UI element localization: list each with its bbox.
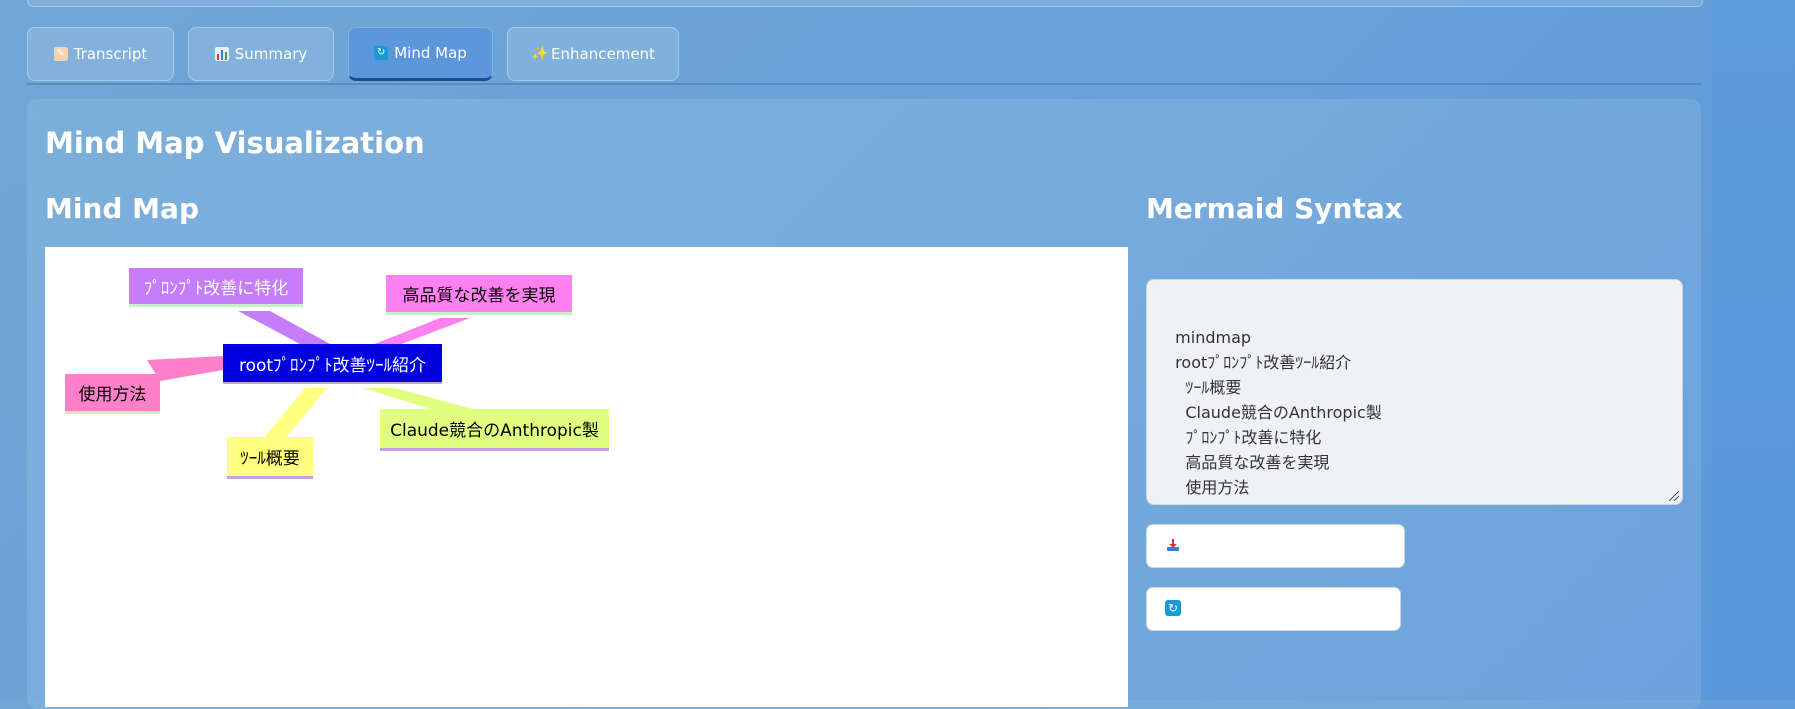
tab-bar: ✎ Transcript Summary ↻ Mind Map ✨ Enhanc…	[27, 27, 1701, 85]
memo-icon: ✎	[53, 47, 68, 61]
top-input-bar	[27, 0, 1703, 7]
download-button[interactable]	[1146, 524, 1405, 568]
tab-transcript[interactable]: ✎ Transcript	[27, 27, 174, 81]
tab-label: Summary	[234, 45, 308, 63]
tab-label: Mind Map	[394, 44, 467, 62]
link-bottom-left	[263, 388, 327, 439]
mind-map-node[interactable]: ﾌﾟﾛﾝﾌﾟﾄ改善に特化	[129, 268, 303, 307]
tab-label: Enhancement	[551, 45, 655, 63]
mind-map-node[interactable]: ﾂｰﾙ概要	[227, 437, 313, 479]
tab-underline	[27, 83, 1701, 85]
refresh-icon: ↻	[374, 46, 389, 60]
refresh-icon: ↻	[1165, 600, 1181, 616]
mind-map-root-node[interactable]: rootﾌﾟﾛﾝﾌﾟﾄ改善ﾂｰﾙ紹介	[223, 344, 442, 384]
window-edge	[1712, 0, 1795, 700]
mermaid-syntax-title: Mermaid Syntax	[1146, 192, 1403, 225]
tab-mind-map[interactable]: ↻ Mind Map	[348, 27, 493, 81]
section-title: Mind Map Visualization	[45, 126, 425, 160]
mind-map-node[interactable]: Claude競合のAnthropic製	[380, 409, 609, 451]
mind-map-node[interactable]: 高品質な改善を実現	[386, 275, 572, 315]
tab-enhancement[interactable]: ✨ Enhancement	[507, 27, 679, 81]
mind-map-links	[147, 311, 495, 439]
download-icon	[1165, 537, 1181, 553]
tab-label: Transcript	[73, 45, 148, 63]
mind-map-canvas[interactable]: rootﾌﾟﾛﾝﾌﾟﾄ改善ﾂｰﾙ紹介 ﾌﾟﾛﾝﾌﾟﾄ改善に特化 高品質な改善を実…	[45, 247, 1128, 707]
sparkles-icon: ✨	[531, 46, 549, 62]
mermaid-syntax-text: mindmap rootﾌﾟﾛﾝﾌﾟﾄ改善ﾂｰﾙ紹介 ﾂｰﾙ概要 Claude競…	[1175, 328, 1382, 497]
mind-map-title: Mind Map	[45, 192, 199, 225]
resize-handle[interactable]	[1669, 491, 1679, 501]
mind-map-node[interactable]: 使用方法	[65, 374, 160, 414]
tab-summary[interactable]: Summary	[188, 27, 334, 81]
regenerate-button[interactable]: ↻	[1146, 587, 1401, 631]
bar-chart-icon	[214, 47, 229, 61]
mermaid-syntax-textarea[interactable]: mindmap rootﾌﾟﾛﾝﾌﾟﾄ改善ﾂｰﾙ紹介 ﾂｰﾙ概要 Claude競…	[1146, 279, 1683, 505]
